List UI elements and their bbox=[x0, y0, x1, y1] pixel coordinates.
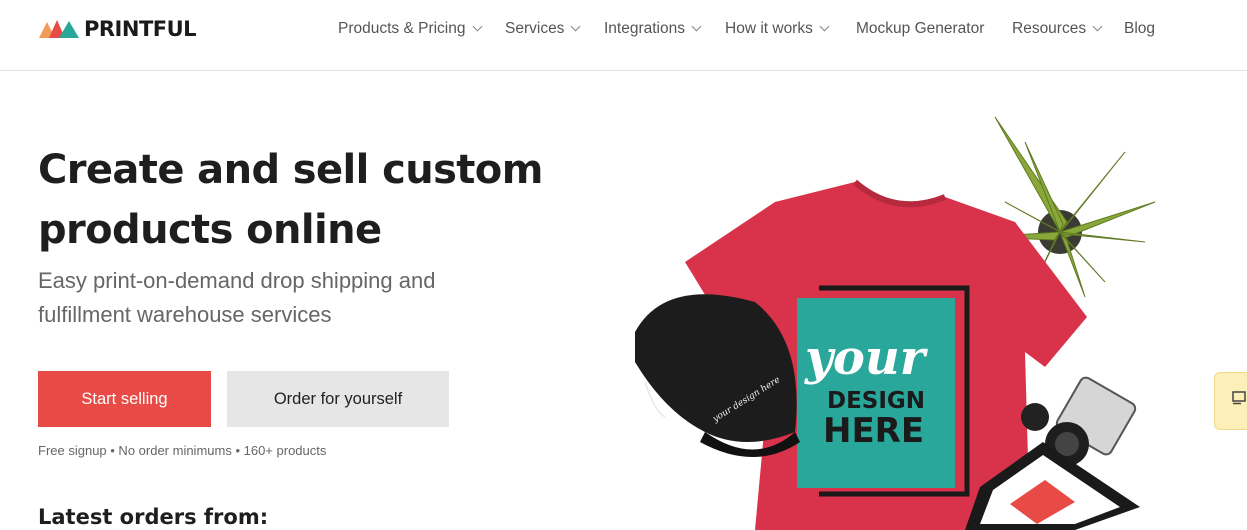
nav-label: Integrations bbox=[604, 20, 685, 37]
nav-label: How it works bbox=[725, 20, 813, 37]
nav-label: Blog bbox=[1124, 20, 1156, 37]
nav-label: Resources bbox=[1012, 20, 1087, 37]
start-selling-button[interactable]: Start selling bbox=[38, 371, 211, 427]
nav-label: Services bbox=[505, 20, 565, 37]
latest-orders-heading: Latest orders from: bbox=[38, 505, 269, 529]
chat-icon bbox=[1232, 391, 1246, 405]
hero-title-line: Create and sell custom bbox=[38, 147, 543, 193]
hero-subtitle: Easy print-on-demand drop shipping and f… bbox=[38, 264, 558, 332]
hero-title: Create and sell custom products online bbox=[38, 140, 598, 260]
nav-mockup-generator[interactable]: Mockup Generator bbox=[856, 19, 984, 39]
order-for-yourself-button[interactable]: Order for yourself bbox=[227, 371, 449, 427]
chevron-down-icon bbox=[472, 21, 482, 32]
nav-integrations[interactable]: Integrations bbox=[604, 19, 702, 39]
chevron-down-icon bbox=[570, 21, 581, 32]
chevron-down-icon bbox=[691, 21, 702, 32]
nav-label: Products & Pricing bbox=[338, 20, 466, 37]
hero-title-line: products online bbox=[38, 207, 382, 253]
hero-product-image: your DESIGN HERE your design here bbox=[605, 112, 1157, 530]
site-header: PRINTFUL Products & Pricing Services Int… bbox=[0, 0, 1247, 71]
shirt-text-line: HERE bbox=[823, 411, 924, 451]
hero-subtitle-line: Easy print-on-demand drop shipping and bbox=[38, 268, 436, 293]
chat-widget-tab[interactable] bbox=[1214, 372, 1247, 430]
chevron-down-icon bbox=[819, 21, 830, 32]
hero-illustration: your DESIGN HERE your design here bbox=[635, 116, 1156, 530]
shirt-text-line: your bbox=[804, 330, 929, 386]
nav-how-it-works[interactable]: How it works bbox=[725, 19, 830, 39]
nav-label: Mockup Generator bbox=[856, 20, 985, 37]
main-nav: Products & Pricing Services Integrations… bbox=[0, 19, 1247, 39]
shirt-design-print: your DESIGN HERE bbox=[797, 285, 970, 497]
nav-products-pricing[interactable]: Products & Pricing bbox=[338, 19, 482, 39]
signup-benefits: Free signup • No order minimums • 160+ p… bbox=[38, 443, 327, 458]
nav-resources[interactable]: Resources bbox=[1012, 19, 1103, 39]
nav-services[interactable]: Services bbox=[505, 19, 581, 39]
hero-subtitle-line: fulfillment warehouse services bbox=[38, 302, 332, 327]
nav-blog[interactable]: Blog bbox=[1124, 19, 1155, 39]
chevron-down-icon bbox=[1092, 21, 1103, 32]
